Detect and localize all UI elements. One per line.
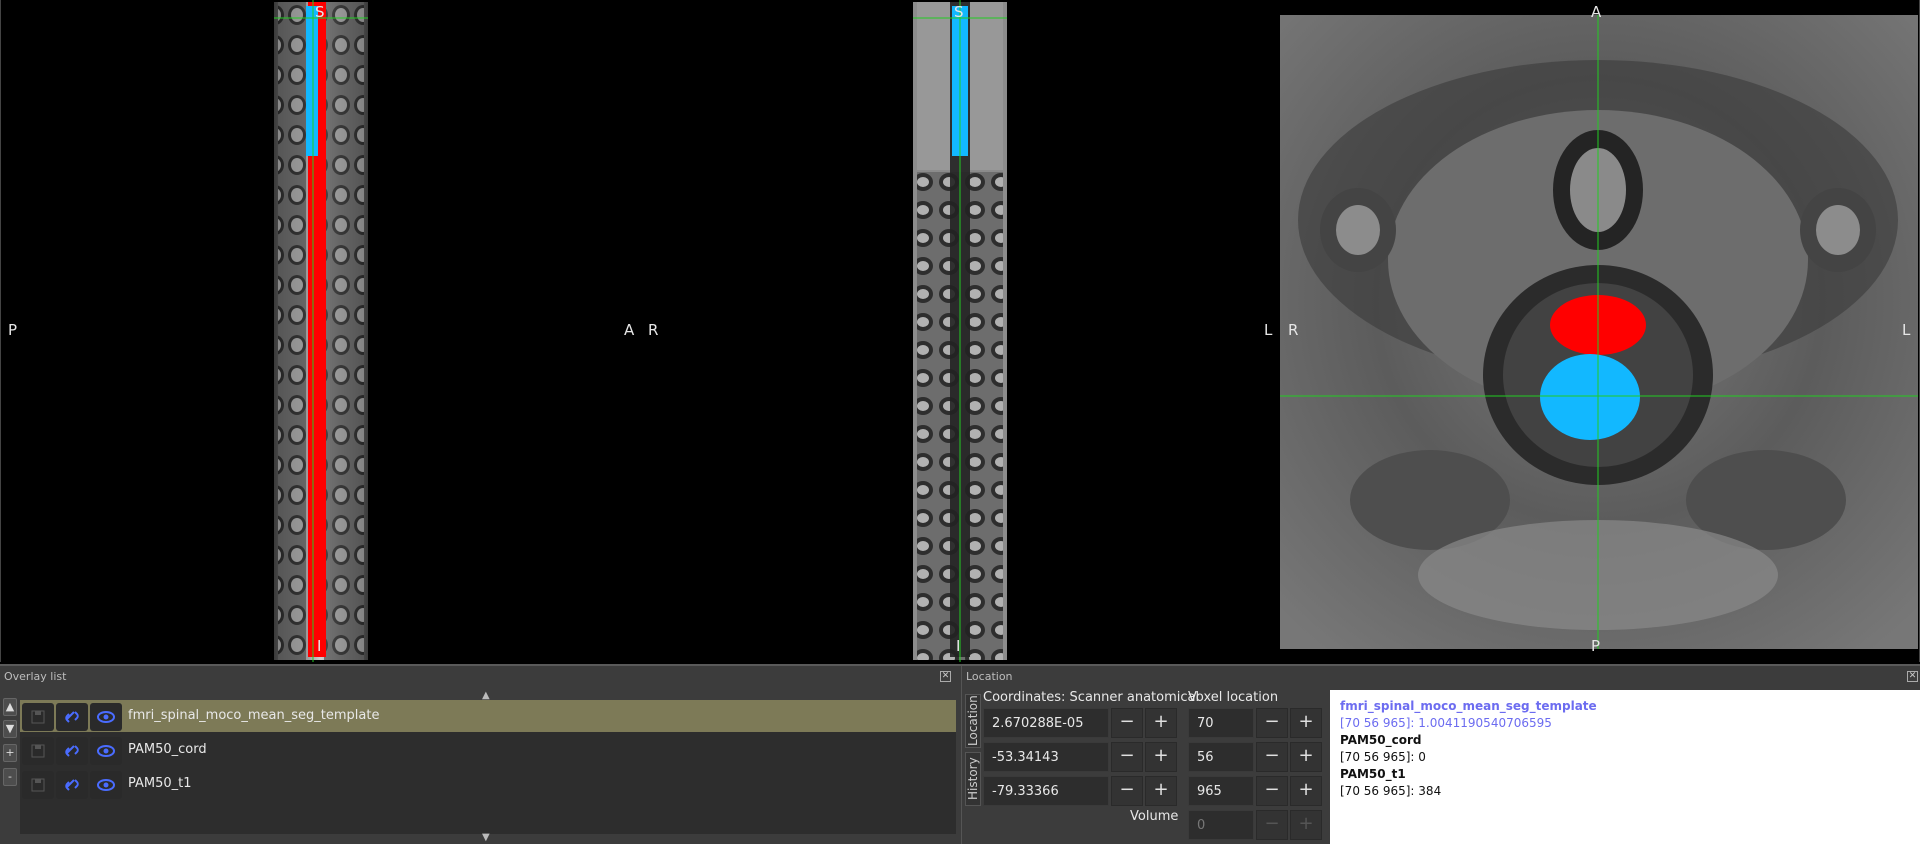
coronal-top-label: S	[954, 3, 964, 21]
sagittal-view[interactable]	[274, 0, 368, 662]
volume-decrement[interactable]: −	[1256, 810, 1288, 840]
voxel-x-decrement[interactable]: −	[1256, 708, 1288, 738]
volume-field[interactable]: 0	[1188, 810, 1254, 840]
bottom-panels: Overlay list ✕ ▲ ▼ + - ▲ fmri_spinal_moc…	[0, 664, 1920, 844]
voxel-y-field[interactable]: 56	[1188, 742, 1254, 772]
coord-z-increment[interactable]: +	[1145, 776, 1177, 806]
location-info-box: fmri_spinal_moco_mean_seg_template [70 5…	[1330, 690, 1920, 844]
fmri-segmentation-axial	[1540, 354, 1640, 440]
eye-icon[interactable]	[90, 703, 122, 731]
coord-x-field[interactable]: 2.670288E-05	[983, 708, 1109, 738]
remove-overlay-button[interactable]: -	[3, 768, 17, 786]
fmri-segmentation-sagittal	[306, 6, 318, 156]
scroll-down-icon[interactable]: ▼	[482, 832, 490, 843]
voxel-z-decrement[interactable]: −	[1256, 776, 1288, 806]
volume-label: Volume	[1130, 809, 1179, 824]
coord-x-increment[interactable]: +	[1145, 708, 1177, 738]
overlay-list-panel: Overlay list ✕ ▲ ▼ + - ▲ fmri_spinal_moc…	[0, 666, 956, 844]
close-icon[interactable]: ✕	[1907, 671, 1918, 682]
save-icon[interactable]	[22, 703, 54, 731]
overlay-row[interactable]: PAM50_t1	[20, 768, 956, 800]
voxel-z-increment[interactable]: +	[1290, 776, 1322, 806]
link-icon[interactable]	[56, 737, 88, 765]
move-down-button[interactable]: ▼	[3, 720, 17, 738]
link-icon[interactable]	[56, 703, 88, 731]
sagittal-bottom-label: I	[317, 637, 322, 655]
coord-y-decrement[interactable]: −	[1111, 742, 1143, 772]
axial-left-label: R	[1288, 321, 1299, 339]
overlay-name: fmri_spinal_moco_mean_seg_template	[128, 708, 380, 723]
link-icon[interactable]	[56, 771, 88, 799]
info-overlay-name: PAM50_cord	[1340, 733, 1422, 747]
tab-location[interactable]: Location	[965, 694, 981, 748]
coord-z-decrement[interactable]: −	[1111, 776, 1143, 806]
overlay-list-title: Overlay list	[4, 670, 67, 683]
ortho-view-canvas[interactable]: P A S I R L S I R L A P	[0, 0, 1920, 662]
coord-y-increment[interactable]: +	[1145, 742, 1177, 772]
info-overlay-value: [70 56 965]: 0	[1340, 750, 1426, 764]
coronal-right-label: L	[1264, 321, 1273, 339]
eye-icon[interactable]	[90, 737, 122, 765]
voxel-y-decrement[interactable]: −	[1256, 742, 1288, 772]
coronal-view[interactable]	[913, 0, 1007, 662]
location-title: Location	[966, 670, 1013, 683]
ortho-views-svg	[0, 0, 1920, 662]
axial-view[interactable]	[1280, 15, 1918, 649]
info-overlay-value: [70 56 965]: 384	[1340, 784, 1442, 798]
voxel-x-field[interactable]: 70	[1188, 708, 1254, 738]
volume-increment[interactable]: +	[1290, 810, 1322, 840]
info-overlay-name: fmri_spinal_moco_mean_seg_template	[1340, 699, 1597, 713]
sagittal-top-label: S	[315, 3, 325, 21]
save-icon[interactable]	[22, 737, 54, 765]
coord-x-decrement[interactable]: −	[1111, 708, 1143, 738]
voxel-z-field[interactable]: 965	[1188, 776, 1254, 806]
move-up-button[interactable]: ▲	[3, 698, 17, 716]
close-icon[interactable]: ✕	[940, 671, 951, 682]
add-overlay-button[interactable]: +	[3, 744, 17, 762]
sagittal-right-label: A	[624, 321, 635, 339]
coordinates-header: Coordinates: Scanner anatomical	[983, 690, 1200, 705]
voxel-header: Voxel location	[1188, 690, 1279, 705]
voxel-x-increment[interactable]: +	[1290, 708, 1322, 738]
voxel-y-increment[interactable]: +	[1290, 742, 1322, 772]
tab-history[interactable]: History	[965, 752, 981, 806]
save-icon[interactable]	[22, 771, 54, 799]
coord-y-field[interactable]: -53.34143	[983, 742, 1109, 772]
coord-z-field[interactable]: -79.33366	[983, 776, 1109, 806]
eye-icon[interactable]	[90, 771, 122, 799]
location-panel: Location ✕ Location History Coordinates:…	[961, 666, 1920, 844]
overlay-name: PAM50_cord	[128, 742, 207, 757]
coronal-bottom-label: I	[956, 637, 961, 655]
info-overlay-name: PAM50_t1	[1340, 767, 1406, 781]
coronal-left-label: R	[648, 321, 659, 339]
overlay-row[interactable]: PAM50_cord	[20, 734, 956, 766]
overlay-list: fmri_spinal_moco_mean_seg_template PAM50…	[20, 700, 956, 834]
info-overlay-value: [70 56 965]: 1.0041190540706595	[1340, 716, 1552, 730]
overlay-row[interactable]: fmri_spinal_moco_mean_seg_template	[20, 700, 956, 732]
overlay-name: PAM50_t1	[128, 776, 192, 791]
axial-top-label: A	[1591, 3, 1602, 21]
axial-right-label: L	[1902, 321, 1911, 339]
sagittal-left-label: P	[8, 321, 18, 339]
axial-bottom-label: P	[1591, 637, 1601, 655]
